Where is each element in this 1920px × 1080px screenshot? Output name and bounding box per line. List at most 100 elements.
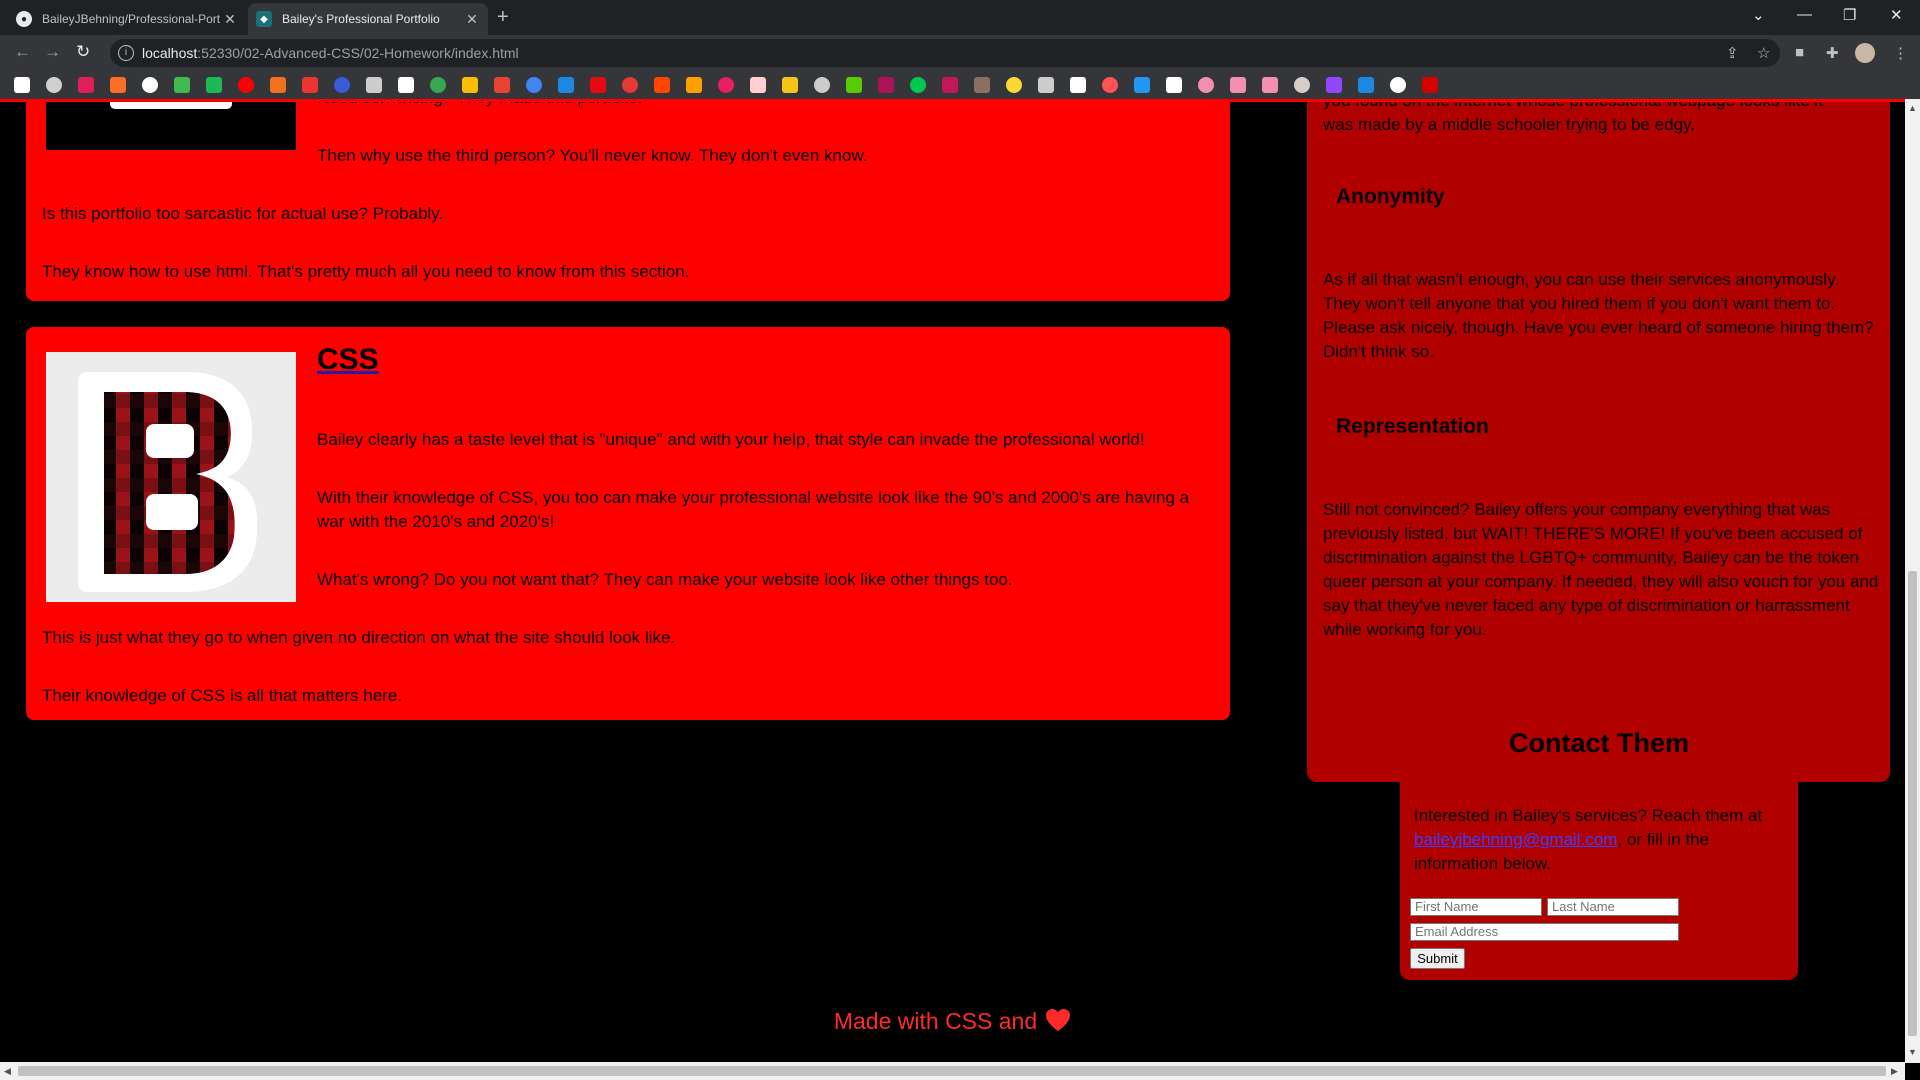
portfolio-favicon-icon: ◆ <box>256 11 272 27</box>
translate-icon[interactable] <box>526 77 542 93</box>
ht-icon[interactable] <box>910 77 926 93</box>
email-link[interactable]: baileyjbehning@gmail.com <box>1414 830 1617 849</box>
github-icon[interactable] <box>142 77 158 93</box>
close-window-button[interactable]: ✕ <box>1890 6 1903 24</box>
plaid-b-logo-icon <box>78 372 258 592</box>
vertical-scrollbar[interactable]: ▲ ▼ <box>1905 99 1920 1063</box>
css-paragraph: Their knowledge of CSS is all that matte… <box>42 686 402 705</box>
w-icon[interactable] <box>174 77 190 93</box>
youtube-icon[interactable] <box>238 77 254 93</box>
representation-text: Still not convinced? Bailey offers your … <box>1323 500 1879 639</box>
footer: Made with CSS and <box>0 1008 1905 1035</box>
tab-search-icon[interactable]: ⌄ <box>1752 6 1765 24</box>
last-name-input[interactable]: Last Name <box>1547 898 1679 916</box>
d-icon[interactable] <box>334 77 350 93</box>
bookmark-icon[interactable] <box>1134 77 1150 93</box>
email-input[interactable]: Email Address <box>1410 923 1679 941</box>
tab-title: Bailey's Professional Portfolio <box>282 12 440 26</box>
tab-portfolio[interactable]: ◆ Bailey's Professional Portfolio ✕ <box>248 3 488 35</box>
page-viewport: Need convincing? They made this portfoli… <box>0 102 1905 1062</box>
bookmark-icon[interactable] <box>1422 77 1438 93</box>
gitlab-icon[interactable] <box>110 77 126 93</box>
browser-toolbar: ← → ↻ i localhost:52330/02-Advanced-CSS/… <box>0 35 1920 71</box>
twitch-icon[interactable] <box>1326 77 1342 93</box>
css-paragraph: What's wrong? Do you not want that? They… <box>317 570 1013 589</box>
menu-icon[interactable]: ⋮ <box>1893 44 1908 62</box>
scroll-right-arrow-icon[interactable]: ▶ <box>1891 1066 1898 1077</box>
forward-button[interactable]: → <box>44 42 61 62</box>
close-icon[interactable]: ✕ <box>464 11 480 28</box>
globe-icon[interactable] <box>814 77 830 93</box>
css-section-title: CSS <box>317 343 379 376</box>
keep-icon[interactable] <box>462 77 478 93</box>
tab-strip: ● BaileyJBehning/Professional-Port ✕ ◆ B… <box>0 0 1920 35</box>
scroll-up-arrow-icon[interactable]: ▲ <box>1908 103 1917 113</box>
reload-button[interactable]: ↻ <box>76 42 90 62</box>
scroll-down-arrow-icon[interactable]: ▼ <box>1908 1047 1917 1057</box>
first-name-input[interactable]: First Name <box>1410 898 1542 916</box>
sidebar-text: you found on the internet whose professi… <box>1323 102 1873 113</box>
bookmark-star-icon[interactable]: ☆ <box>1757 44 1770 62</box>
globe-icon[interactable] <box>366 77 382 93</box>
css-paragraph: This is just what they go to when given … <box>42 628 676 647</box>
globe-icon[interactable] <box>1038 77 1054 93</box>
bookmark-icon[interactable] <box>622 77 638 93</box>
duolingo-icon[interactable] <box>846 77 862 93</box>
bookmark-icon[interactable] <box>1294 77 1310 93</box>
anonymity-heading: Anonymity <box>1336 185 1445 208</box>
tab-github[interactable]: ● BaileyJBehning/Professional-Port ✕ <box>8 3 246 35</box>
bookmark-icon[interactable] <box>302 77 318 93</box>
bookmark-icon[interactable] <box>1070 77 1086 93</box>
bookmark-icon[interactable] <box>718 77 734 93</box>
reddit-icon[interactable] <box>654 77 670 93</box>
horizontal-scrollbar[interactable]: ◀ ▶ <box>0 1062 1905 1080</box>
bookmark-icon[interactable] <box>1358 77 1374 93</box>
extension-icon[interactable]: ■ <box>1795 44 1804 61</box>
google-icon[interactable] <box>398 77 414 93</box>
html-paragraph: Is this portfolio too sarcastic for actu… <box>42 204 444 223</box>
bookmark-icon[interactable] <box>1198 77 1214 93</box>
bookmark-icon[interactable] <box>1230 77 1246 93</box>
tab-title: BaileyJBehning/Professional-Port <box>42 12 221 26</box>
share-icon[interactable]: ⇪ <box>1726 44 1739 62</box>
css-paragraph: With their knowledge of CSS, you too can… <box>317 488 1190 531</box>
html-section-image <box>46 102 296 150</box>
dev-icon[interactable] <box>14 77 30 93</box>
horizontal-scroll-thumb[interactable] <box>18 1066 1886 1076</box>
anonymity-text: As if all that wasn't enough, you can us… <box>1323 270 1874 361</box>
bookmark-icon[interactable] <box>1262 77 1278 93</box>
gmail-icon[interactable] <box>494 77 510 93</box>
submit-button[interactable]: Submit <box>1410 948 1465 969</box>
profile-avatar[interactable] <box>1855 43 1875 63</box>
vertical-scroll-thumb[interactable] <box>1908 571 1917 1036</box>
bookmark-icon[interactable] <box>974 77 990 93</box>
slack-icon[interactable] <box>78 77 94 93</box>
maps-icon[interactable] <box>430 77 446 93</box>
new-tab-button[interactable]: + <box>497 6 509 29</box>
css-section-card: CSS Bailey clearly has a taste level tha… <box>26 327 1230 720</box>
extensions-puzzle-icon[interactable]: ✚ <box>1826 44 1839 62</box>
bookmark-icon[interactable] <box>1390 77 1406 93</box>
cloud-icon[interactable] <box>750 77 766 93</box>
minimize-button[interactable]: — <box>1797 6 1812 23</box>
sidebar-text: was made by a middle schooler trying to … <box>1323 115 1695 134</box>
html-paragraph: They know how to use html. That's pretty… <box>42 262 690 281</box>
close-icon[interactable]: ✕ <box>222 11 238 28</box>
netflix-icon[interactable] <box>590 77 606 93</box>
bookmark-icon[interactable] <box>878 77 894 93</box>
bookmark-icon[interactable] <box>942 77 958 93</box>
brave-icon[interactable] <box>270 77 286 93</box>
scroll-left-arrow-icon[interactable]: ◀ <box>4 1066 11 1077</box>
bookmark-icon[interactable] <box>686 77 702 93</box>
back-button[interactable]: ← <box>14 42 31 62</box>
spotify-icon[interactable] <box>206 77 222 93</box>
globe-icon[interactable] <box>46 77 62 93</box>
address-bar[interactable]: i localhost:52330/02-Advanced-CSS/02-Hom… <box>110 39 1780 67</box>
bookmark-icon[interactable] <box>1006 77 1022 93</box>
map-pin-icon[interactable] <box>1166 77 1182 93</box>
docs-icon[interactable] <box>558 77 574 93</box>
site-info-icon[interactable]: i <box>118 45 134 61</box>
bookmark-icon[interactable] <box>1102 77 1118 93</box>
bookmark-icon[interactable] <box>782 77 798 93</box>
restore-button[interactable]: ❐ <box>1843 6 1856 24</box>
